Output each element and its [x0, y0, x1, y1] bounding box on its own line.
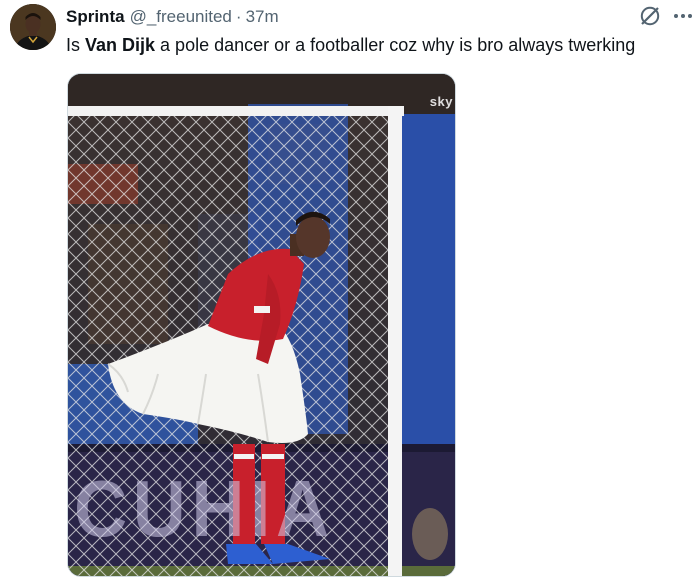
tweet-text-part: Is [66, 35, 86, 55]
tweet-text: Is Van Dijk a pole dancer or a footballe… [66, 34, 635, 56]
tweet-text-part: a pole dancer or a footballer coz why is… [155, 35, 636, 55]
tweet-header: Sprinta @_freeunited · 37m [66, 6, 279, 28]
author-name[interactable]: Sprinta [66, 7, 125, 27]
avatar[interactable] [10, 4, 56, 50]
timestamp[interactable]: 37m [246, 7, 279, 27]
author-handle[interactable]: @_freeunited [130, 7, 232, 27]
tweet: Sprinta @_freeunited · 37m Is Van Dijk a… [0, 0, 700, 587]
tweet-media-image[interactable]: sky CUHIA [67, 73, 456, 577]
grok-icon[interactable] [638, 4, 662, 28]
tweet-text-bold: Van Dijk [85, 35, 156, 55]
more-icon[interactable] [672, 4, 694, 28]
header-actions [638, 4, 694, 28]
separator-dot: · [235, 7, 242, 26]
